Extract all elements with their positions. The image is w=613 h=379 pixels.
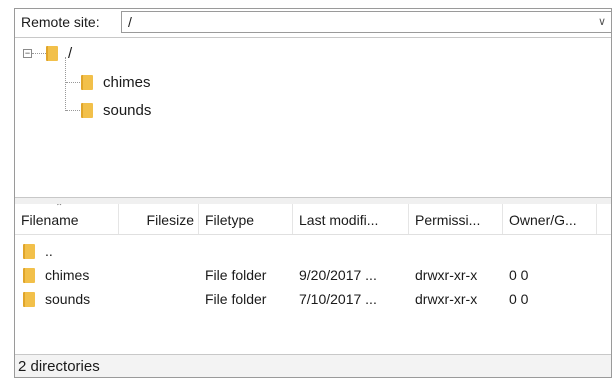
directory-tree[interactable]: − / chimes sounds	[15, 37, 611, 197]
column-header-filename[interactable]: ⌃ Filename	[15, 204, 119, 234]
status-text: 2 directories	[18, 358, 100, 375]
filesize-cell	[119, 263, 199, 287]
remote-site-path-value[interactable]: /	[128, 14, 132, 30]
tree-item-root[interactable]: − /	[23, 42, 72, 64]
chevron-down-icon[interactable]: ∨	[595, 14, 609, 30]
filename-cell[interactable]: ..	[15, 239, 119, 263]
table-row[interactable]: sounds File folder 7/10/2017 ... drwxr-x…	[15, 287, 611, 311]
table-row[interactable]: ..	[15, 239, 611, 263]
column-label: Permissi...	[415, 212, 481, 228]
modified-cell: 9/20/2017 ...	[299, 267, 377, 283]
folder-icon	[23, 291, 35, 307]
owner-cell: 0 0	[509, 291, 529, 307]
filename: ..	[45, 243, 53, 259]
column-header-permissions[interactable]: Permissi...	[409, 204, 503, 234]
folder-icon	[81, 74, 93, 90]
status-bar: 2 directories	[15, 354, 611, 377]
filetype-cell: File folder	[205, 267, 267, 283]
tree-item-sounds[interactable]: sounds	[81, 99, 151, 121]
folder-icon	[23, 267, 35, 283]
remote-site-panel: Remote site: / ∨ − / chimes sounds ⌃ Fil…	[14, 8, 612, 378]
filename-cell[interactable]: chimes	[15, 263, 119, 287]
modified-cell: 7/10/2017 ...	[299, 291, 377, 307]
tree-connector	[65, 57, 66, 111]
remote-site-label: Remote site:	[21, 14, 100, 30]
filename-cell[interactable]: sounds	[15, 287, 119, 311]
tree-item-label: /	[68, 44, 73, 62]
tree-item-label: sounds	[103, 101, 152, 119]
tree-item-label: chimes	[103, 73, 151, 91]
column-label: Filetype	[205, 212, 255, 228]
file-list-header: ⌃ Filename Filesize Filetype Last modifi…	[15, 204, 611, 235]
file-list[interactable]: ⌃ Filename Filesize Filetype Last modifi…	[15, 204, 611, 359]
remote-site-path-combo[interactable]: / ∨	[121, 11, 611, 33]
folder-icon	[81, 102, 93, 118]
filename: sounds	[45, 291, 91, 307]
column-header-last-modified[interactable]: Last modifi...	[293, 204, 409, 234]
tree-connector	[66, 82, 80, 83]
permissions-cell: drwxr-xr-x	[415, 291, 478, 307]
column-header-owner-group[interactable]: Owner/G...	[503, 204, 597, 234]
column-label: Filesize	[146, 212, 194, 228]
column-header-filetype[interactable]: Filetype	[199, 204, 293, 234]
collapse-icon[interactable]: −	[23, 48, 32, 58]
column-label: Filename	[21, 212, 79, 228]
column-header-filesize[interactable]: Filesize	[119, 204, 199, 234]
column-label: Owner/G...	[509, 212, 577, 228]
owner-cell: 0 0	[509, 267, 529, 283]
folder-icon	[23, 243, 35, 259]
filename: chimes	[45, 267, 90, 283]
folder-icon	[46, 45, 58, 61]
remote-site-bar: Remote site: / ∨	[15, 9, 611, 38]
sort-ascending-icon: ⌃	[55, 204, 64, 213]
filesize-cell	[119, 287, 199, 311]
table-row[interactable]: chimes File folder 9/20/2017 ... drwxr-x…	[15, 263, 611, 287]
column-label: Last modifi...	[299, 212, 379, 228]
permissions-cell: drwxr-xr-x	[415, 267, 478, 283]
filetype-cell: File folder	[205, 291, 267, 307]
tree-item-chimes[interactable]: chimes	[81, 71, 151, 93]
tree-connector	[66, 110, 80, 111]
